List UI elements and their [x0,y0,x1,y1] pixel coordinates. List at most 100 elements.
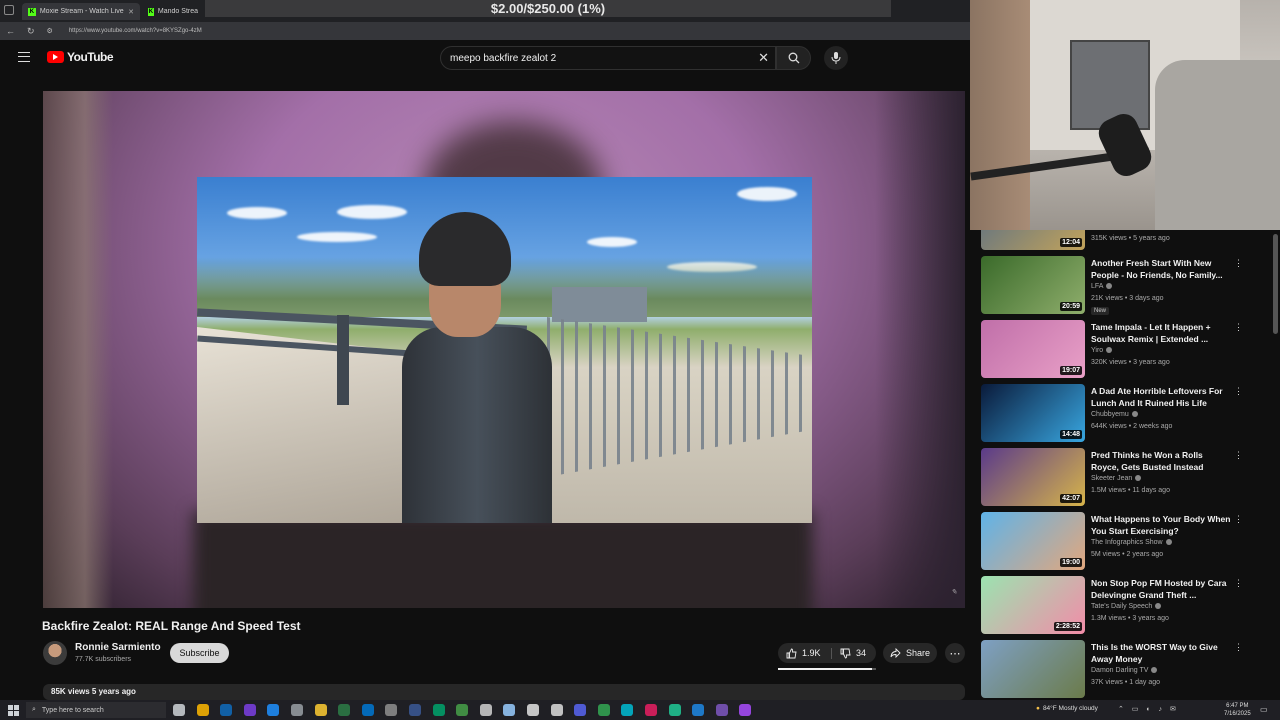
rec-title[interactable]: A Dad Ate Horrible Leftovers For Lunch A… [1091,385,1231,409]
rec-thumbnail[interactable]: 2:28:52 [981,576,1085,634]
search-button[interactable] [776,46,811,70]
cloud [737,187,797,201]
taskbar-search-placeholder: Type here to search [41,706,104,714]
hamburger-menu-icon[interactable] [18,52,30,62]
app-icon[interactable] [243,704,256,716]
task-view-icon[interactable] [173,704,185,716]
rec-thumbnail[interactable]: 12:04 [981,230,1085,250]
channel-avatar[interactable] [43,641,67,665]
rec-title[interactable]: Non Stop Pop FM Hosted by Cara Delevingn… [1091,577,1231,601]
search-input[interactable]: meepo backfire zealot 2 ✕ [440,46,776,70]
reload-icon[interactable]: ↻ [27,26,35,37]
app-icon[interactable] [196,704,209,716]
app-icon[interactable] [668,704,681,716]
folder-icon[interactable] [314,704,327,716]
tab-mando-stream[interactable]: K Mando Stream - I [142,3,204,20]
app-icon[interactable] [291,704,303,716]
app-icon[interactable] [338,704,351,716]
windows-start-icon[interactable] [8,704,19,716]
clear-search-icon[interactable]: ✕ [758,50,769,66]
channel-watermark-icon[interactable]: ✎ [951,588,957,596]
rec-item[interactable]: 20:59 Another Fresh Start With New People… [981,256,1271,316]
rec-channel[interactable]: Tate's Daily Speech [1091,603,1162,610]
app-icon[interactable] [527,704,539,716]
rec-channel[interactable]: Damon Darling TV [1091,667,1158,674]
rec-item[interactable]: 14:48 A Dad Ate Horrible Leftovers For Lu… [981,384,1271,444]
tab-moxie-stream[interactable]: K Moxie Stream - Watch Live on Ki ✕ [22,3,140,20]
rec-menu-icon[interactable]: ⋮ [1234,322,1243,333]
rec-menu-icon[interactable]: ⋮ [1234,514,1243,525]
app-icon[interactable] [739,704,752,716]
rec-thumbnail[interactable] [981,640,1085,698]
rec-item[interactable]: 19:07 Tame Impala - Let It Happen + Soulw… [981,320,1271,380]
rec-title[interactable]: Another Fresh Start With New People - No… [1091,257,1231,281]
rec-channel[interactable]: LFA [1091,283,1113,290]
rec-channel[interactable]: The Infographics Show [1091,539,1172,546]
app-icon[interactable] [550,704,563,716]
taskbar-clock[interactable]: 6:47 PM 7/16/2025 [1224,702,1251,718]
app-icon[interactable] [220,704,233,716]
window-menu-icon[interactable] [4,5,14,15]
app-icon[interactable] [385,704,398,716]
app-icon[interactable] [267,704,280,716]
tab-close-icon[interactable]: ✕ [128,8,134,16]
voice-search-button[interactable] [824,46,848,70]
rec-title[interactable]: Tame Impala - Let It Happen + Soulwax Re… [1091,321,1231,345]
rec-thumbnail[interactable]: 19:00 [981,512,1085,570]
share-label: Share [906,648,931,658]
description-box[interactable]: 85K views 5 years ago [43,684,965,700]
taskbar-search[interactable]: ⌕ Type here to search [26,702,166,718]
rec-channel[interactable]: Yiro [1091,347,1113,354]
app-icon[interactable] [692,704,705,716]
app-icon[interactable] [503,704,516,716]
weather-widget[interactable]: ● 84°F Mostly cloudy [1036,705,1098,712]
discord-icon[interactable] [574,704,587,716]
app-icon[interactable] [479,704,492,716]
more-actions-icon[interactable]: ⋯ [945,643,965,663]
sidebar-scrollbar[interactable] [1273,234,1278,334]
rec-item[interactable]: 2:28:52 Non Stop Pop FM Hosted by Cara De… [981,576,1271,636]
site-info-icon[interactable]: ⚙ [47,27,53,35]
verified-icon [1131,411,1138,418]
app-icon[interactable] [361,704,374,716]
rec-menu-icon[interactable]: ⋮ [1234,450,1243,461]
kick-favicon-icon: K [148,7,154,16]
share-button[interactable]: Share [883,643,937,663]
rec-title[interactable]: This Is the WORST Way to Give Away Money [1091,641,1231,665]
notifications-icon[interactable]: ▭ [1260,705,1268,714]
chrome-icon[interactable] [597,704,610,716]
back-icon[interactable]: ← [6,26,15,36]
rec-item[interactable]: 42:07 Pred Thinks he Won a Rolls Royce, G… [981,448,1271,508]
rec-channel[interactable]: Skeeter Jean [1091,475,1142,482]
video-player[interactable]: ✎ [43,91,965,608]
rec-item[interactable]: 19:00 What Happens to Your Body When You … [981,512,1271,572]
app-icon[interactable] [409,704,421,716]
app-icon[interactable] [621,704,634,716]
youtube-logo[interactable]: YouTube [47,50,114,64]
channel-name[interactable]: Ronnie Sarmiento [75,642,161,653]
app-icon[interactable] [645,704,657,716]
rec-menu-icon[interactable]: ⋮ [1234,386,1243,397]
rec-title[interactable]: What Happens to Your Body When You Start… [1091,513,1231,537]
rec-thumbnail[interactable]: 42:07 [981,448,1085,506]
url-field[interactable]: https://www.youtube.com/watch?v=8KYSZgo-… [69,28,202,34]
system-tray[interactable]: ⌃ ▭ ◐ ♪ ✉ [1118,705,1179,713]
rec-thumbnail[interactable]: 14:48 [981,384,1085,442]
rec-duration: 19:00 [1060,558,1082,567]
app-icon[interactable] [456,704,469,716]
verified-icon [1106,283,1113,290]
rec-title[interactable]: Pred Thinks he Won a Rolls Royce, Gets B… [1091,449,1231,473]
dislike-button[interactable]: 34 [832,648,866,659]
rec-thumbnail[interactable]: 19:07 [981,320,1085,378]
app-icon[interactable] [715,704,728,716]
app-icon[interactable] [432,704,445,716]
rec-menu-icon[interactable]: ⋮ [1234,258,1243,269]
subscribe-button[interactable]: Subscribe [170,643,229,663]
rec-menu-icon[interactable]: ⋮ [1234,642,1243,653]
like-button[interactable]: 1.9K [778,647,832,659]
rec-menu-icon[interactable]: ⋮ [1234,578,1243,589]
rec-item[interactable]: This Is the WORST Way to Give Away Money… [981,640,1271,700]
rec-channel-name: Yiro [1091,347,1104,354]
rec-thumbnail[interactable]: 20:59 [981,256,1085,314]
rec-channel[interactable]: Chubbyemu [1091,411,1138,418]
